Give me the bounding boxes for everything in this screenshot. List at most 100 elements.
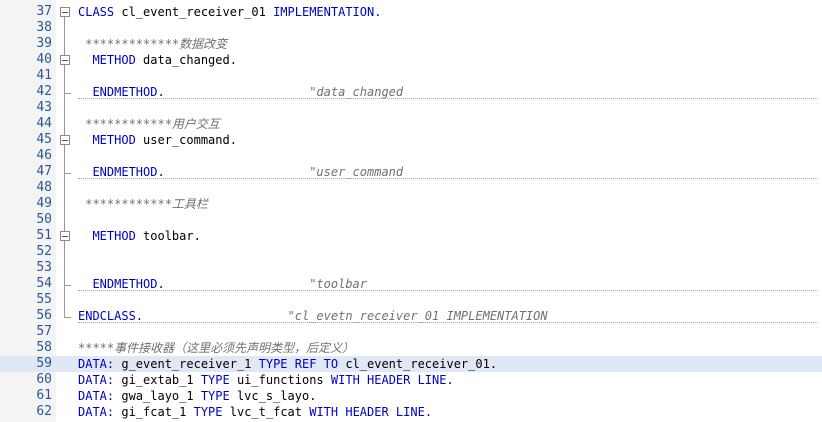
identifier-token: ui_functions xyxy=(229,373,331,387)
code-text[interactable]: ************用户交互 xyxy=(78,116,220,132)
keyword-token: WITH HEADER LINE. xyxy=(330,373,454,387)
code-line[interactable]: 60 DATA: gi_extab_1 TYPE ui_functions WIT… xyxy=(0,372,822,388)
keyword-token: ENDCLASS. xyxy=(78,309,144,323)
code-text[interactable]: ************工具栏 xyxy=(78,196,208,212)
code-text[interactable]: METHOD data_changed. xyxy=(78,52,237,68)
code-line[interactable]: 51 METHOD toolbar. xyxy=(0,228,822,244)
line-number: 50 xyxy=(36,212,52,227)
code-line[interactable]: 46 xyxy=(0,148,822,164)
code-editor[interactable]: 37 CLASS cl_event_receiver_01 IMPLEMENTAT… xyxy=(0,0,822,422)
code-text[interactable]: *************数据改变 xyxy=(78,36,227,52)
keyword-token: DATA: xyxy=(78,405,115,419)
line-number: 41 xyxy=(36,68,52,83)
code-line[interactable]: 56 ENDCLASS. "cl_evetn_receiver_01 IMPLEM… xyxy=(0,308,822,324)
line-number: 45 xyxy=(36,132,52,147)
line-number: 40 xyxy=(36,52,52,67)
identifier-token: cl_event_receiver_01. xyxy=(338,357,498,371)
identifier-token: data_changed. xyxy=(135,53,237,67)
keyword-token: DATA: xyxy=(78,357,115,371)
block-separator xyxy=(78,98,818,99)
code-line[interactable]: 37 CLASS cl_event_receiver_01 IMPLEMENTAT… xyxy=(0,4,822,20)
line-number: 62 xyxy=(36,404,52,419)
comment-token: "data_changed xyxy=(164,85,404,99)
line-number: 43 xyxy=(36,100,52,115)
keyword-token: METHOD xyxy=(78,53,136,67)
code-line[interactable]: 49 ************工具栏 xyxy=(0,196,822,212)
comment-token: "cl_evetn_receiver_01 IMPLEMENTATION xyxy=(143,309,548,323)
line-number: 55 xyxy=(36,292,52,307)
line-number: 42 xyxy=(36,84,52,99)
code-line[interactable]: 41 xyxy=(0,68,822,84)
code-line[interactable]: 50 xyxy=(0,212,822,228)
keyword-token: ENDMETHOD. xyxy=(78,277,165,291)
identifier-token: cl_event_receiver_01 xyxy=(114,5,274,19)
code-line[interactable]: 40 METHOD data_changed. xyxy=(0,52,822,68)
code-text[interactable]: METHOD toolbar. xyxy=(78,228,201,244)
block-separator xyxy=(78,178,818,179)
code-line[interactable]: 54 ENDMETHOD. "toolbar xyxy=(0,276,822,292)
line-number: 46 xyxy=(36,148,52,163)
code-text[interactable]: *****事件接收器（这里必须先声明类型，后定义） xyxy=(78,340,354,356)
code-line[interactable]: 48 xyxy=(0,180,822,196)
keyword-token: IMPLEMENTATION. xyxy=(273,5,382,19)
keyword-token: ENDMETHOD. xyxy=(78,85,165,99)
code-text[interactable]: DATA: gwa_layo_1 TYPE lvc_s_layo. xyxy=(78,388,316,404)
comment-token: ************用户交互 xyxy=(78,117,220,131)
fold-end-marker xyxy=(64,276,71,286)
block-separator xyxy=(78,290,818,291)
line-number: 47 xyxy=(36,164,52,179)
line-number: 57 xyxy=(36,324,52,339)
comment-token: "user_command xyxy=(164,165,404,179)
comment-token: *************数据改变 xyxy=(78,37,228,51)
fold-end-marker xyxy=(64,308,71,318)
line-number: 53 xyxy=(36,260,52,275)
fold-toggle-icon[interactable] xyxy=(60,135,70,145)
identifier-token: g_event_receiver_1 xyxy=(114,357,259,371)
identifier-token: gi_fcat_1 xyxy=(114,405,194,419)
comment-token: ************工具栏 xyxy=(78,197,208,211)
keyword-token: WITH HEADER LINE. xyxy=(309,405,433,419)
code-line[interactable]: 39 *************数据改变 xyxy=(0,36,822,52)
code-line[interactable]: 45 METHOD user_command. xyxy=(0,132,822,148)
identifier-token: user_command. xyxy=(135,133,237,147)
code-line[interactable]: 44 ************用户交互 xyxy=(0,116,822,132)
identifier-token: lvc_t_fcat xyxy=(222,405,310,419)
code-line[interactable]: 42 ENDMETHOD. "data_changed xyxy=(0,84,822,100)
code-line[interactable]: 53 xyxy=(0,260,822,276)
line-number: 61 xyxy=(36,388,52,403)
identifier-token: toolbar. xyxy=(135,229,201,243)
code-text[interactable]: METHOD user_command. xyxy=(78,132,237,148)
keyword-token: ENDMETHOD. xyxy=(78,165,165,179)
comment-token: "toolbar xyxy=(164,277,367,291)
fold-toggle-icon[interactable] xyxy=(60,231,70,241)
fold-end-marker xyxy=(64,164,71,174)
code-text[interactable]: DATA: gi_extab_1 TYPE ui_functions WITH … xyxy=(78,372,454,388)
fold-toggle-icon[interactable] xyxy=(60,7,70,17)
code-line[interactable]: 58 *****事件接收器（这里必须先声明类型，后定义） xyxy=(0,340,822,356)
code-line[interactable]: 62 DATA: gi_fcat_1 TYPE lvc_t_fcat WITH H… xyxy=(0,404,822,420)
line-number: 59 xyxy=(36,356,52,371)
line-number: 39 xyxy=(36,36,52,51)
fold-toggle-icon[interactable] xyxy=(60,55,70,65)
code-line[interactable]: 52 xyxy=(0,244,822,260)
code-line[interactable]: 61 DATA: gwa_layo_1 TYPE lvc_s_layo. xyxy=(0,388,822,404)
line-number: 56 xyxy=(36,308,52,323)
keyword-token: DATA: xyxy=(78,389,115,403)
code-line[interactable]: 59 DATA: g_event_receiver_1 TYPE REF TO c… xyxy=(0,356,822,372)
code-text[interactable]: DATA: g_event_receiver_1 TYPE REF TO cl_… xyxy=(78,356,497,372)
identifier-token: gi_extab_1 xyxy=(114,373,201,387)
code-line[interactable]: 57 xyxy=(0,324,822,340)
code-line[interactable]: 43 xyxy=(0,100,822,116)
keyword-token: TYPE xyxy=(200,373,230,387)
code-line[interactable]: 55 xyxy=(0,292,822,308)
code-line[interactable]: 47 ENDMETHOD. "user_command xyxy=(0,164,822,180)
identifier-token: gwa_layo_1 xyxy=(114,389,201,403)
fold-end-marker xyxy=(64,84,71,94)
block-separator xyxy=(78,322,818,323)
code-text[interactable]: CLASS cl_event_receiver_01 IMPLEMENTATIO… xyxy=(78,4,381,20)
code-text[interactable]: DATA: gi_fcat_1 TYPE lvc_t_fcat WITH HEA… xyxy=(78,404,432,420)
line-number: 60 xyxy=(36,372,52,387)
keyword-token: METHOD xyxy=(78,229,136,243)
identifier-token: lvc_s_layo. xyxy=(229,389,317,403)
code-line[interactable]: 38 xyxy=(0,20,822,36)
